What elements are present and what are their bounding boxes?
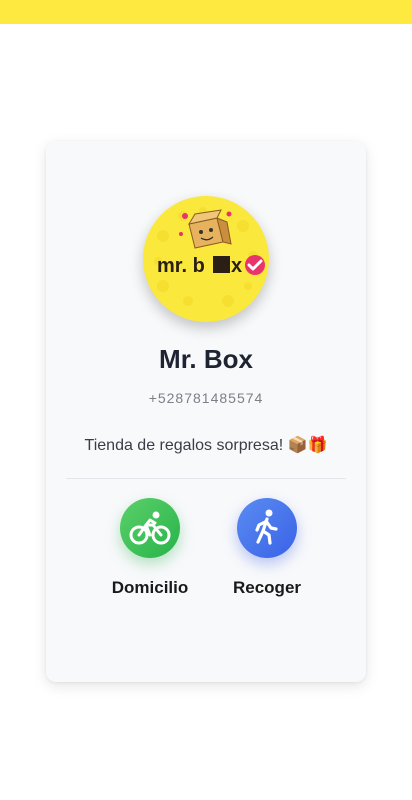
status-bar [0,0,412,24]
pickup-circle[interactable] [237,498,297,558]
delivery-label: Domicilio [111,578,189,597]
svg-text:x: x [231,255,242,277]
pickup-option-button[interactable]: Recoger [207,498,327,608]
walking-person-icon [255,509,278,545]
store-name: Mr. Box [159,344,253,374]
store-description: Tienda de regalos sorpresa! 📦🎁 [84,437,328,454]
svg-text:mr. b: mr. b [157,255,205,277]
store-phone[interactable]: +528781485574 [46,390,366,406]
pickup-label: Recoger [232,578,302,597]
store-card: mr. b x Mr. Box +528781485574 Tienda de … [46,141,366,682]
mr-box-logo-image: mr. b x [154,207,265,307]
delivery-option-button[interactable]: Domicilio [90,498,210,608]
store-logo: mr. b x [143,196,269,322]
delivery-circle[interactable] [120,498,180,558]
bicycle-icon [129,511,171,545]
divider [66,478,346,479]
